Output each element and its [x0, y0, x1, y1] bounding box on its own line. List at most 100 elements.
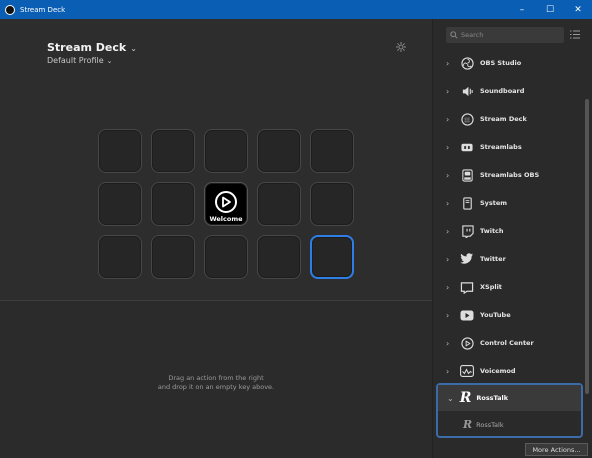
action-label: RossTalk: [476, 420, 504, 429]
rosstalk-action-icon: R: [463, 418, 473, 431]
chevron-right-icon: ›: [446, 282, 450, 292]
category-label: Twitch: [480, 227, 504, 235]
action-rosstalk[interactable]: R RossTalk: [438, 413, 581, 436]
chevron-right-icon: ›: [446, 338, 450, 348]
gear-icon[interactable]: [395, 41, 407, 53]
drop-hint: Drag an action from the right and drop i…: [0, 374, 432, 392]
category-twitter[interactable]: › Twitter: [433, 245, 583, 273]
welcome-key-label: Welcome: [209, 215, 243, 223]
list-view-icon[interactable]: [570, 30, 580, 39]
maximize-button[interactable]: ☐: [536, 0, 564, 19]
actions-panel: Search › OBS Studio › Soundboard › Strea…: [432, 19, 592, 458]
category-label: Stream Deck: [480, 115, 527, 123]
category-streamlabs[interactable]: › Streamlabs: [433, 133, 583, 161]
key-slot[interactable]: [310, 182, 354, 226]
twitch-icon: [460, 224, 474, 238]
stream-deck-app-icon: [5, 4, 15, 15]
more-actions-button[interactable]: More Actions...: [525, 443, 588, 456]
category-label: Twitter: [480, 255, 506, 263]
key-slot[interactable]: [204, 235, 248, 279]
category-control-center[interactable]: › Control Center: [433, 329, 583, 357]
key-grid: Welcome: [98, 129, 354, 279]
selected-key-slot[interactable]: [310, 235, 354, 279]
chevron-down-icon: ⌄: [130, 44, 137, 53]
control-center-icon: [460, 336, 474, 350]
category-label: Voicemod: [480, 367, 516, 375]
chevron-right-icon: ›: [446, 170, 450, 180]
category-label: OBS Studio: [480, 59, 522, 67]
chevron-down-icon: ⌄: [106, 57, 113, 65]
category-voicemod[interactable]: › Voicemod: [433, 357, 583, 385]
search-input[interactable]: Search: [446, 27, 564, 43]
rosstalk-logo: R: [459, 390, 472, 406]
category-label: YouTube: [480, 311, 511, 319]
streamlabs-obs-icon: [460, 168, 474, 182]
chevron-right-icon: ›: [446, 58, 450, 68]
category-twitch[interactable]: › Twitch: [433, 217, 583, 245]
category-label: XSplit: [480, 283, 502, 291]
key-slot[interactable]: [257, 235, 301, 279]
chevron-right-icon: ›: [446, 142, 450, 152]
obs-icon: [460, 56, 474, 70]
category-label: Control Center: [480, 339, 534, 347]
stream-deck-icon: [460, 112, 474, 126]
device-canvas: Stream Deck ⌄ Default Profile ⌄ Welcome: [0, 19, 432, 300]
key-slot[interactable]: [310, 129, 354, 173]
key-slot[interactable]: [98, 129, 142, 173]
category-streamlabs-obs[interactable]: › Streamlabs OBS: [433, 161, 583, 189]
streamlabs-icon: [460, 140, 474, 154]
key-slot[interactable]: [98, 235, 142, 279]
key-slot[interactable]: [151, 235, 195, 279]
drop-hint-line: and drop it on an empty key above.: [157, 383, 275, 391]
key-slot[interactable]: [151, 182, 195, 226]
profile-name: Default Profile: [47, 56, 104, 65]
search-placeholder: Search: [461, 31, 484, 39]
category-label: Streamlabs OBS: [480, 171, 540, 179]
drop-hint-line: Drag an action from the right: [168, 374, 264, 382]
key-slot[interactable]: [257, 129, 301, 173]
chevron-right-icon: ›: [446, 254, 450, 264]
close-button[interactable]: ✕: [564, 0, 592, 19]
scrollbar[interactable]: [585, 99, 589, 394]
category-system[interactable]: › System: [433, 189, 583, 217]
elgato-logo-icon: [215, 191, 237, 213]
key-slot[interactable]: [98, 182, 142, 226]
category-label: RossTalk: [476, 394, 509, 402]
window-controls: – ☐ ✕: [508, 0, 592, 19]
category-stream-deck[interactable]: › Stream Deck: [433, 105, 583, 133]
system-icon: [460, 196, 474, 210]
category-label: System: [480, 199, 508, 207]
chevron-right-icon: ›: [446, 226, 450, 236]
key-slot[interactable]: [151, 129, 195, 173]
category-soundboard[interactable]: › Soundboard: [433, 77, 583, 105]
category-rosstalk[interactable]: ⌄ R RossTalk: [438, 385, 581, 411]
property-inspector: Drag an action from the right and drop i…: [0, 300, 432, 458]
window-title: Stream Deck: [20, 5, 66, 14]
profile-selector[interactable]: Default Profile ⌄: [47, 56, 113, 65]
chevron-down-icon: ⌄: [447, 393, 454, 403]
category-xsplit[interactable]: › XSplit: [433, 273, 583, 301]
search-icon: [450, 31, 458, 39]
key-slot[interactable]: [204, 129, 248, 173]
category-obs-studio[interactable]: › OBS Studio: [433, 49, 583, 77]
key-slot[interactable]: [257, 182, 301, 226]
welcome-key[interactable]: Welcome: [204, 182, 248, 226]
twitter-icon: [460, 252, 474, 266]
title-bar: Stream Deck – ☐ ✕: [0, 0, 592, 19]
category-label: Streamlabs: [480, 143, 522, 151]
chevron-right-icon: ›: [446, 86, 450, 96]
device-selector[interactable]: Stream Deck ⌄: [47, 41, 137, 54]
category-label: Soundboard: [480, 87, 525, 95]
category-rosstalk-expanded: ⌄ R RossTalk R RossTalk: [436, 383, 583, 438]
voicemod-icon: [460, 364, 474, 378]
minimize-button[interactable]: –: [508, 0, 536, 19]
chevron-right-icon: ›: [446, 366, 450, 376]
xsplit-icon: [460, 280, 474, 294]
speaker-icon: [460, 84, 474, 98]
youtube-icon: [460, 308, 474, 322]
chevron-right-icon: ›: [446, 310, 450, 320]
category-youtube[interactable]: › YouTube: [433, 301, 583, 329]
chevron-right-icon: ›: [446, 114, 450, 124]
device-name: Stream Deck: [47, 41, 127, 54]
chevron-right-icon: ›: [446, 198, 450, 208]
